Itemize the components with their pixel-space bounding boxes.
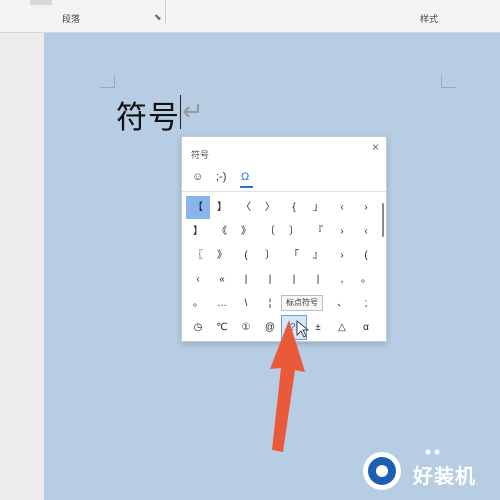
pointer-arrow [270, 320, 310, 452]
logo-eye [376, 465, 388, 477]
mouse-cursor-icon [296, 320, 310, 338]
logo-dot [434, 449, 440, 455]
arrow-shape [270, 320, 305, 452]
logo-dot [425, 449, 431, 455]
watermark-text: 好装机 [413, 466, 476, 488]
